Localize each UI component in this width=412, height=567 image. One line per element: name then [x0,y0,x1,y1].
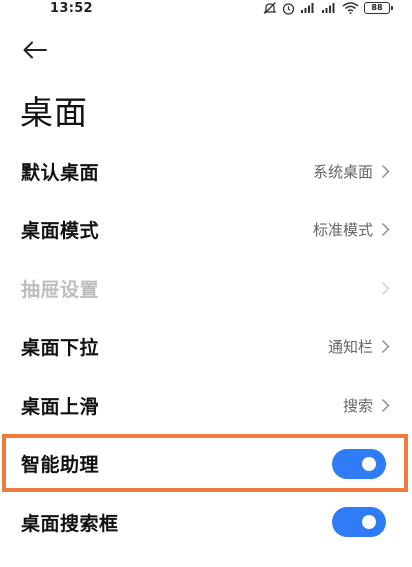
setting-label: 桌面搜索框 [21,512,119,535]
chevron-right-icon [382,164,390,178]
setting-label: 默认桌面 [21,161,100,184]
settings-list: 默认桌面 系统桌面 桌面模式 标准模式 抽屉设置 桌面下拉 通知栏 桌面上滑 搜… [0,142,412,552]
clock-icon [282,2,295,15]
setting-row-desktop-mode[interactable]: 桌面模式 标准模式 [0,201,412,260]
battery-icon: 88 [364,2,393,14]
setting-label: 桌面模式 [21,220,100,243]
setting-label: 桌面下拉 [21,337,100,360]
setting-label: 抽屉设置 [21,278,100,301]
back-button[interactable] [22,36,56,64]
setting-row-smart-assistant: 智能助理 [0,435,412,494]
setting-value: 系统桌面 [312,162,373,181]
chevron-right-icon [382,223,390,237]
smart-assistant-toggle[interactable] [332,448,386,479]
search-box-toggle[interactable] [332,507,386,538]
alarm-off-icon [263,2,277,14]
setting-row-pull-down[interactable]: 桌面下拉 通知栏 [0,318,412,377]
signal-icon [301,3,314,13]
chevron-right-icon [382,340,390,354]
setting-value: 标准模式 [312,221,373,240]
setting-value: 搜索 [342,396,373,415]
wifi-icon [342,2,359,14]
setting-label: 桌面上滑 [21,395,100,418]
setting-row-search-box: 桌面搜索框 [0,493,412,552]
status-time: 13:52 [50,0,93,16]
chevron-right-icon [382,398,390,412]
setting-label: 智能助理 [21,454,100,477]
chevron-right-icon [382,281,390,295]
arrow-left-icon [23,41,47,59]
page-title: 桌面 [20,93,88,132]
toggle-knob [362,515,376,530]
setting-row-default-desktop[interactable]: 默认桌面 系统桌面 [0,142,412,201]
setting-value: 通知栏 [327,338,373,357]
setting-row-swipe-up[interactable]: 桌面上滑 搜索 [0,376,412,435]
desktop-settings-screen: 13:52 88 桌面 默认桌面 系统桌面 桌面模式 标准模式 抽屉设置 桌面下… [0,0,412,567]
signal-icon [322,3,335,13]
status-icons: 88 [263,1,393,15]
setting-row-drawer-settings: 抽屉设置 [0,259,412,318]
status-bar: 13:52 88 [0,0,412,16]
toggle-knob [362,456,376,471]
